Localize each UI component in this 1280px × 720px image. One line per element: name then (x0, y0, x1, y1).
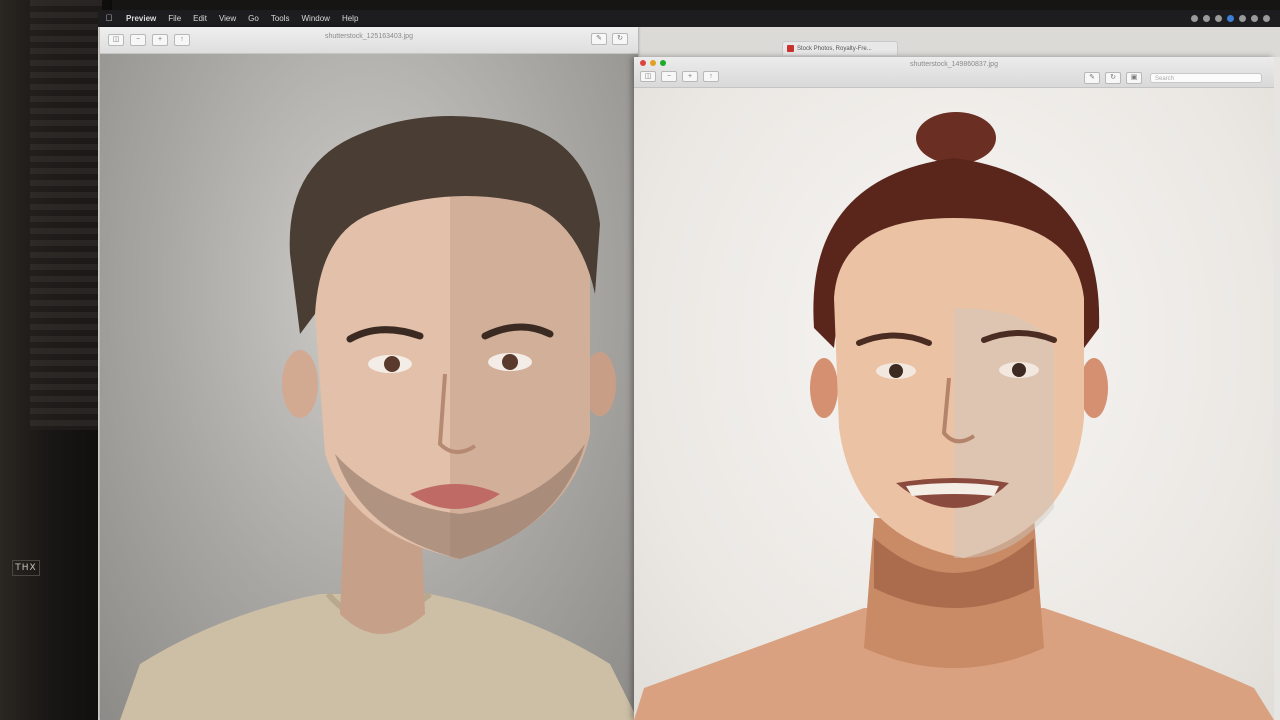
menu-edit[interactable]: Edit (187, 10, 213, 27)
apple-icon[interactable]:  (98, 10, 120, 27)
toolbox-icon[interactable]: ▣ (1126, 72, 1142, 84)
markup-icon[interactable]: ✎ (1084, 72, 1100, 84)
status-icon[interactable] (1227, 15, 1234, 22)
sidebar-toggle-icon[interactable]: ◫ (640, 71, 656, 82)
status-icon[interactable] (1215, 15, 1222, 22)
menu-bar:  Preview File Edit View Go Tools Window… (98, 10, 1280, 27)
preview-window-left: ◫ − + ↑ shutterstock_125163403.jpg ✎ ↻ (100, 27, 638, 720)
status-icons (1191, 15, 1280, 22)
photo-man-portrait (100, 54, 638, 720)
screen:  Preview File Edit View Go Tools Window… (98, 10, 1280, 720)
window-toolbar: ◫ − + ↑ shutterstock_125163403.jpg ✎ ↻ (100, 27, 638, 54)
thx-badge: THX (12, 560, 40, 576)
menu-go[interactable]: Go (242, 10, 265, 27)
window-toolbar: shutterstock_149860837.jpg ◫ − + ↑ ✎ ↻ ▣… (634, 57, 1274, 88)
status-icon[interactable] (1263, 15, 1270, 22)
status-icon[interactable] (1191, 15, 1198, 22)
markup-icon[interactable]: ✎ (591, 33, 607, 45)
browser-tab[interactable]: Stock Photos, Royalty-Fre... (782, 41, 898, 55)
menu-window[interactable]: Window (296, 10, 336, 27)
menu-view[interactable]: View (213, 10, 242, 27)
preview-window-right: shutterstock_149860837.jpg ◫ − + ↑ ✎ ↻ ▣… (634, 57, 1274, 720)
zoom-in-icon[interactable]: + (682, 71, 698, 82)
status-icon[interactable] (1203, 15, 1210, 22)
monitor-bezel: THX (0, 0, 112, 720)
menu-app-name[interactable]: Preview (120, 10, 162, 27)
status-icon[interactable] (1251, 15, 1258, 22)
woman-portrait-illustration (634, 112, 1274, 720)
browser-tab-label: Stock Photos, Royalty-Fre... (797, 46, 872, 52)
window-blinds-background (30, 0, 102, 430)
search-input[interactable]: Search (1150, 73, 1262, 83)
rotate-icon[interactable]: ↻ (612, 33, 628, 45)
menu-tools[interactable]: Tools (265, 10, 296, 27)
site-favicon-icon (787, 45, 794, 52)
photo-woman-portrait (634, 88, 1274, 720)
menu-help[interactable]: Help (336, 10, 364, 27)
window-title: shutterstock_149860837.jpg (910, 61, 998, 68)
zoom-out-icon[interactable]: − (661, 71, 677, 82)
rotate-icon[interactable]: ↻ (1105, 72, 1121, 84)
share-icon[interactable]: ↑ (703, 71, 719, 82)
status-icon[interactable] (1239, 15, 1246, 22)
background-window-edge (1274, 57, 1280, 720)
menu-file[interactable]: File (162, 10, 187, 27)
window-title: shutterstock_125163403.jpg (325, 33, 413, 40)
man-portrait-illustration (120, 116, 638, 720)
